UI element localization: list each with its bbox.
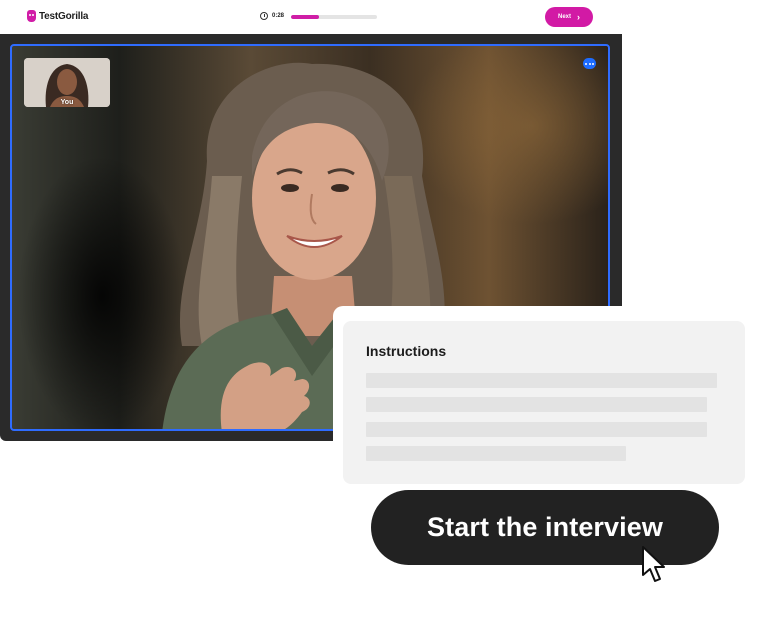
self-view-label: You xyxy=(60,99,74,106)
logo: TestGorilla xyxy=(27,10,88,22)
instructions-line xyxy=(366,446,626,461)
self-view-thumbnail: You xyxy=(24,58,110,107)
mouse-pointer-icon xyxy=(642,546,665,582)
top-bar: TestGorilla 0:28 Next › xyxy=(0,0,622,34)
next-button-label: Next xyxy=(557,14,571,20)
timer-value: 0:28 xyxy=(272,13,285,19)
logo-text: TestGorilla xyxy=(39,10,89,22)
instructions-line xyxy=(366,397,707,412)
start-interview-label: Start the interview xyxy=(427,512,663,542)
next-button[interactable]: Next › xyxy=(545,7,593,27)
more-options-icon[interactable] xyxy=(583,58,596,69)
progress-fill xyxy=(291,15,320,19)
instructions-line xyxy=(366,422,707,437)
progress-bar xyxy=(291,15,377,19)
stopwatch-icon xyxy=(260,12,268,20)
timer: 0:28 xyxy=(260,12,284,20)
chevron-right-icon: › xyxy=(577,11,580,22)
instructions-line xyxy=(366,373,717,388)
interview-screen: TestGorilla 0:28 Next › You Instructions… xyxy=(0,0,759,623)
instructions-title: Instructions xyxy=(366,343,447,359)
gorilla-logo-icon xyxy=(27,10,36,22)
